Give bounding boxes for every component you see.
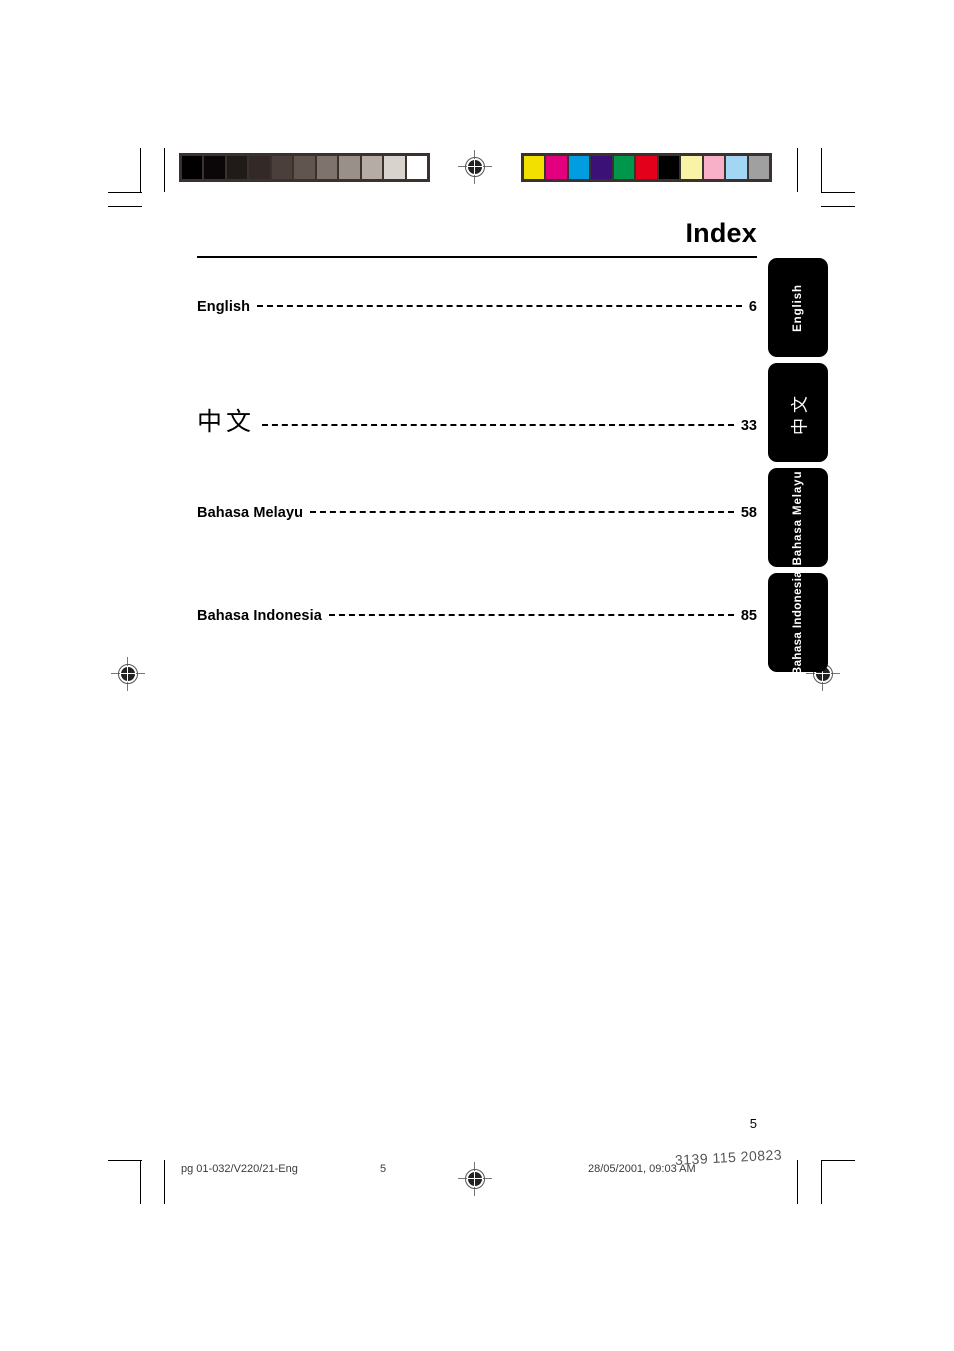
color-control-strip [521,153,772,182]
index-entry-leader [257,305,742,307]
color-swatch [546,156,567,179]
index-entry-label: Bahasa Melayu [197,505,304,521]
index-entry-label: 中文 [197,408,256,436]
registration-mark-top-center [458,150,492,184]
index-list: English 6 中文 33 Bahasa Melayu 58 Bahasa Indone… [197,285,757,697]
index-entry[interactable]: Bahasa Indonesia 85 [197,594,757,697]
footer-part-number: 3139 115 20823 [674,1146,783,1168]
index-entry-page-number: 58 [740,505,757,521]
color-swatch [681,156,702,179]
registration-mark-left [111,657,145,691]
crop-mark-bottom-left [108,1160,178,1220]
registration-mark-bottom-center [458,1162,492,1196]
language-tab[interactable]: Bahasa Indonesia [768,570,828,675]
index-entry[interactable]: English 6 [197,285,757,388]
grayscale-swatch [294,156,315,179]
index-entry-page-number: 85 [740,608,757,624]
grayscale-swatch [406,156,427,179]
language-tab[interactable]: Bahasa Melayu [768,468,828,567]
index-entry-page-number: 6 [748,299,757,315]
grayscale-control-strip [179,153,430,182]
color-swatch [568,156,590,179]
page-title: Index [685,218,757,248]
color-swatch [524,156,545,179]
printed-page: Index English 6 中文 33 Bahasa Melayu 58 Bahasa … [0,0,954,1351]
footer-filename: pg 01-032/V220/21-Eng [181,1163,298,1175]
grayscale-swatch [271,156,293,179]
crop-mark-bottom-right [785,1160,855,1220]
grayscale-swatch [316,156,338,179]
language-tab-label: English [792,283,804,332]
folio-page-number: 5 [749,1116,757,1131]
grayscale-swatch [249,156,270,179]
color-swatch [636,156,657,179]
color-swatch [591,156,612,179]
title-divider [197,256,757,258]
crop-mark-top-right [785,148,855,208]
color-swatch [748,156,769,179]
language-tab-label: Bahasa Melayu [792,470,804,565]
index-entry-leader [262,424,734,426]
grayscale-swatch [226,156,248,179]
index-entry[interactable]: 中文 33 [197,388,757,491]
grayscale-swatch [384,156,405,179]
index-entry-leader [310,511,734,513]
grayscale-swatch [339,156,360,179]
color-swatch [658,156,680,179]
grayscale-swatch [361,156,383,179]
index-entry-label: Bahasa Indonesia [197,608,322,624]
index-entry-page-number: 33 [740,418,757,434]
index-entry-label: English [197,299,251,315]
language-tab-label: Bahasa Indonesia [792,570,804,675]
index-entry[interactable]: Bahasa Melayu 58 [197,491,757,594]
grayscale-swatch [182,156,203,179]
color-swatch [613,156,635,179]
color-swatch [703,156,725,179]
footer-sheet-number: 5 [380,1163,387,1175]
grayscale-swatch [204,156,225,179]
index-entry-leader [328,614,734,616]
language-tab[interactable]: 中文 [768,363,828,462]
language-tab[interactable]: English [768,258,828,357]
language-tab-strip: English 中文 Bahasa Melayu Bahasa Indonesia [768,258,828,678]
crop-mark-top-left [108,148,178,208]
color-swatch [726,156,747,179]
language-tab-label: 中文 [790,390,810,435]
